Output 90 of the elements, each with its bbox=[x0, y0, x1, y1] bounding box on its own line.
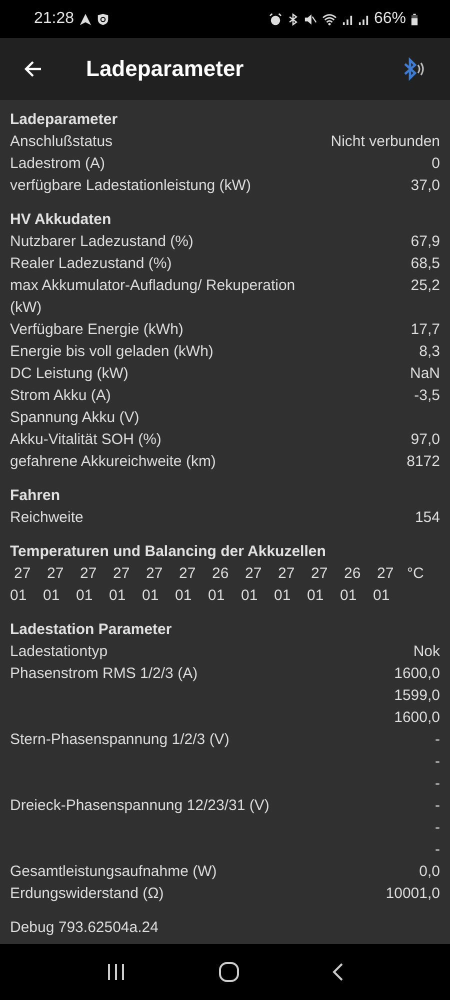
parameter-label: Akku-Vitalität SOH (%) bbox=[10, 430, 162, 450]
parameter-label: Ladestrom (A) bbox=[10, 154, 106, 174]
parameter-label: Nutzbarer Ladezustand (%) bbox=[10, 232, 194, 252]
parameter-value: - bbox=[435, 818, 440, 838]
parameter-label: Realer Ladezustand (%) bbox=[10, 254, 172, 274]
parameter-label: Energie bis voll geladen (kWh) bbox=[10, 342, 214, 362]
cell-balancing: 01 bbox=[340, 586, 358, 606]
section-title: Ladeparameter bbox=[10, 110, 119, 130]
parameter-label: Dreieck-Phasenspannung 12/23/31 (V) bbox=[10, 796, 270, 816]
cell-balancing: 01 bbox=[76, 586, 94, 606]
parameter-value: 67,9 bbox=[410, 232, 440, 252]
parameter-value: - bbox=[435, 752, 440, 772]
debug-version: Debug 793.62504a.24 bbox=[10, 918, 160, 938]
cell-balancing: 01 bbox=[274, 586, 292, 606]
cell-temperature: 26 bbox=[343, 564, 362, 584]
cell-balancing: 01 bbox=[175, 586, 193, 606]
cell-balancing: 01 bbox=[208, 586, 226, 606]
parameter-label: Verfügbare Energie (kWh) bbox=[10, 320, 184, 340]
battery-icon bbox=[411, 12, 418, 26]
parameter-value: 25,2 bbox=[410, 276, 440, 296]
parameter-value: 8,3 bbox=[419, 342, 440, 362]
section-title: Fahren bbox=[10, 486, 62, 506]
parameter-value: NaN bbox=[410, 364, 440, 384]
parameter-label: Stern-Phasenspannung 1/2/3 (V) bbox=[10, 730, 230, 750]
cell-temperature: 27 bbox=[46, 564, 65, 584]
back-icon[interactable] bbox=[332, 962, 344, 982]
parameter-label: Reichweite bbox=[10, 508, 84, 528]
back-arrow-icon[interactable] bbox=[23, 59, 43, 79]
parameter-value: - bbox=[435, 840, 440, 860]
section-title: Temperaturen und Balancing der Akkuzellen bbox=[10, 542, 327, 562]
parameter-value: -3,5 bbox=[414, 386, 440, 406]
mute-icon bbox=[304, 12, 317, 26]
temperature-unit: °C bbox=[407, 564, 424, 584]
parameter-value: 154 bbox=[414, 508, 440, 528]
parameter-value: 1600,0 bbox=[394, 664, 440, 684]
alarm-icon bbox=[268, 12, 282, 26]
screen-title: Ladeparameter bbox=[86, 56, 245, 82]
parameter-value: - bbox=[435, 730, 440, 750]
battery-percent: 66% bbox=[374, 10, 406, 28]
parameter-value: - bbox=[435, 796, 440, 816]
home-icon[interactable] bbox=[218, 961, 240, 983]
shield-icon bbox=[97, 12, 110, 26]
parameter-value: 97,0 bbox=[410, 430, 440, 450]
bluetooth-icon bbox=[286, 12, 299, 26]
parameter-value: Nok bbox=[413, 642, 440, 662]
cell-temperature: 27 bbox=[178, 564, 197, 584]
parameter-label: DC Leistung (kW) bbox=[10, 364, 128, 384]
cell-temperature: 27 bbox=[376, 564, 395, 584]
parameter-label: Erdungswiderstand (Ω) bbox=[10, 884, 164, 904]
cell-temperature: 27 bbox=[112, 564, 131, 584]
cell-temperature: 27 bbox=[145, 564, 164, 584]
cell-balancing: 01 bbox=[142, 586, 160, 606]
parameter-label: Anschlußstatus bbox=[10, 132, 113, 152]
parameter-value: 10001,0 bbox=[386, 884, 440, 904]
section-title: Ladestation Parameter bbox=[10, 620, 173, 640]
cell-balancing: 01 bbox=[43, 586, 61, 606]
cell-temperature: 27 bbox=[13, 564, 32, 584]
parameter-label: Ladestationtyp bbox=[10, 642, 108, 662]
recent-apps-icon[interactable] bbox=[106, 963, 126, 981]
parameter-label: Spannung Akku (V) bbox=[10, 408, 140, 428]
cell-balancing: 01 bbox=[241, 586, 259, 606]
parameter-label: gefahrene Akkureichweite (km) bbox=[10, 452, 216, 472]
parameter-value: 1600,0 bbox=[394, 708, 440, 728]
parameter-value: - bbox=[435, 774, 440, 794]
parameter-value: 37,0 bbox=[410, 176, 440, 196]
parameter-value: 17,7 bbox=[410, 320, 440, 340]
cell-temperature: 27 bbox=[79, 564, 98, 584]
cell-temperature: 26 bbox=[211, 564, 230, 584]
navigation-icon bbox=[79, 12, 92, 26]
section-title: HV Akkudaten bbox=[10, 210, 112, 230]
parameter-value: 1599,0 bbox=[394, 686, 440, 706]
parameter-value: 0 bbox=[432, 154, 440, 174]
cell-temperature: 27 bbox=[244, 564, 263, 584]
cell-balancing: 01 bbox=[109, 586, 127, 606]
cell-balancing: 01 bbox=[10, 586, 28, 606]
parameter-label: Strom Akku (A) bbox=[10, 386, 111, 406]
status-time: 21:28 bbox=[34, 10, 74, 28]
wifi-icon bbox=[322, 12, 337, 26]
parameter-value: 68,5 bbox=[410, 254, 440, 274]
parameter-label: Phasenstrom RMS 1/2/3 (A) bbox=[10, 664, 198, 684]
parameter-label: Gesamtleistungsaufnahme (W) bbox=[10, 862, 217, 882]
cell-temperature: 27 bbox=[310, 564, 329, 584]
cell-temperature: 27 bbox=[277, 564, 296, 584]
cell-balancing: 01 bbox=[307, 586, 325, 606]
parameter-label: verfügbare Ladestationleistung (kW) bbox=[10, 176, 251, 196]
parameter-value: 8172 bbox=[406, 452, 440, 472]
parameter-value: Nicht verbunden bbox=[330, 132, 440, 152]
parameter-value: 0,0 bbox=[419, 862, 440, 882]
cell-balancing: 01 bbox=[373, 586, 391, 606]
parameter-label: max Akkumulator-Aufladung/ Rekuperation (kW) bbox=[10, 276, 296, 318]
